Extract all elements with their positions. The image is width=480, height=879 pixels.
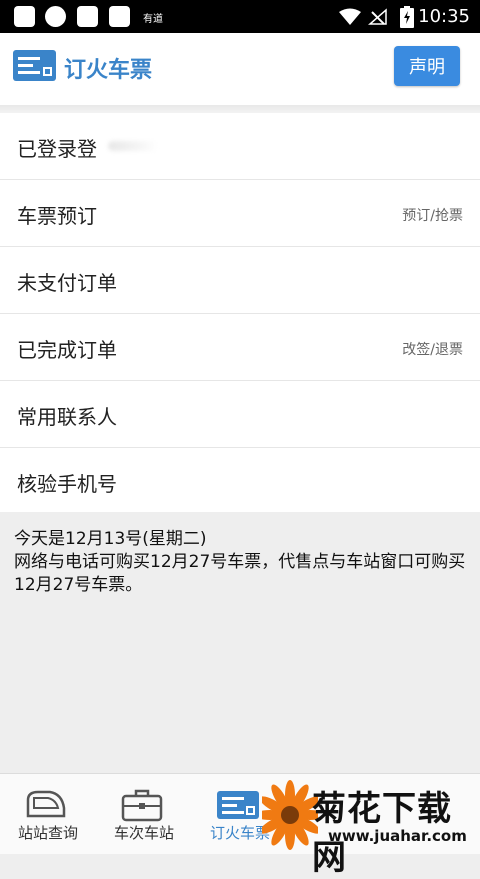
blurred-username (108, 141, 158, 151)
menu-item-hint: 改签/退票 (402, 342, 463, 358)
status-app-label: 有道 (143, 14, 163, 25)
info-text: 今天是12月13号(星期二) 网络与电话可购买12月27号车票，代售点与车站窗口… (14, 528, 469, 597)
ticket-icon (217, 791, 259, 819)
declare-button[interactable]: 声明 (394, 46, 460, 86)
menu-item-label: 车票预订 (17, 204, 97, 228)
info-date: 今天是12月13号(星期二) (14, 529, 207, 549)
menu-item-login[interactable]: 已登录登 (0, 113, 480, 180)
nav-label: 站站查询 (17, 824, 78, 842)
page-title: 订火车票 (64, 58, 153, 83)
notification-icon (14, 6, 35, 27)
nav-train-station[interactable]: 车次车站 (96, 774, 192, 854)
app-header: 订火车票 声明 (0, 33, 480, 106)
info-sale-notice: 网络与电话可购买12月27号车票，代售点与车站窗口可购买12月27号车票。 (14, 552, 466, 595)
menu-item-unpaid-orders[interactable]: 未支付订单 (0, 247, 480, 314)
wifi-icon (339, 8, 361, 25)
ticket-logo-icon (13, 50, 56, 81)
clock: 10:35 (418, 6, 470, 27)
train-icon (26, 790, 66, 818)
no-signal-icon (368, 8, 387, 25)
briefcase-icon (121, 789, 163, 822)
battery-charging-icon (400, 6, 414, 28)
menu-item-label: 未支付订单 (17, 271, 117, 295)
header-divider (0, 105, 480, 113)
info-panel: 今天是12月13号(星期二) 网络与电话可购买12月27号车票，代售点与车站窗口… (0, 512, 480, 772)
menu-item-label: 已登录登 (17, 137, 97, 161)
menu-item-label: 常用联系人 (17, 405, 117, 429)
status-bar: 有道 10:35 (0, 0, 480, 33)
menu-item-book-ticket[interactable]: 车票预订 预订/抢票 (0, 180, 480, 247)
menu-item-verify-phone[interactable]: 核验手机号 (0, 448, 480, 514)
menu-item-label: 核验手机号 (17, 472, 117, 496)
menu-item-label: 已完成订单 (17, 338, 117, 362)
site-watermark: 菊花下载网 www.juahar.com (262, 775, 480, 878)
menu-list: 已登录登 车票预订 预订/抢票 未支付订单 已完成订单 改签/退票 常用联系人 … (0, 113, 480, 514)
flower-logo-icon (262, 780, 318, 850)
nav-station-query[interactable]: 站站查询 (0, 774, 96, 854)
notification-icon (45, 6, 66, 27)
menu-item-contacts[interactable]: 常用联系人 (0, 381, 480, 448)
watermark-url: www.juahar.com (328, 827, 467, 845)
menu-item-hint: 预订/抢票 (402, 208, 463, 224)
menu-item-completed-orders[interactable]: 已完成订单 改签/退票 (0, 314, 480, 381)
notification-icon (109, 6, 130, 27)
nav-label: 车次车站 (113, 824, 174, 842)
notification-icon (77, 6, 98, 27)
